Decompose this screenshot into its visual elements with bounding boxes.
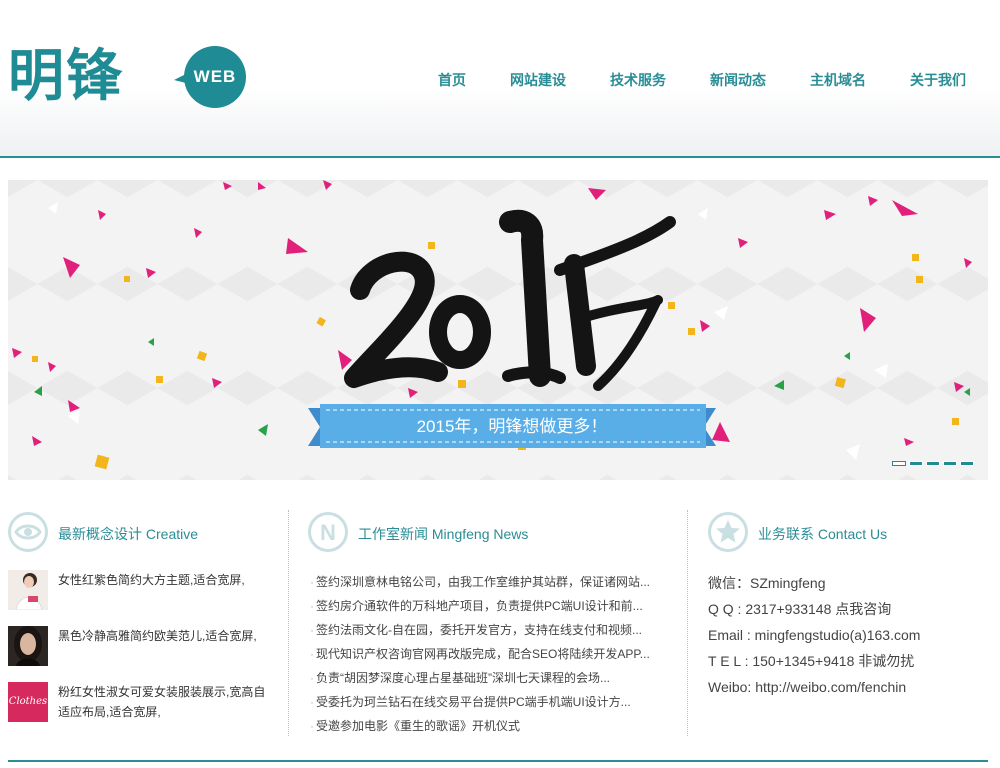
- footer-divider: [8, 760, 988, 762]
- bullet-icon: ·: [310, 599, 314, 613]
- slider-dot-2[interactable]: [909, 461, 923, 466]
- creative-item-3-text[interactable]: 粉红女性淑女可爱女装服装展示,宽高自适应布局,适合宽屏,: [58, 682, 273, 722]
- news-item-text[interactable]: 受邀参加电影《重生的歌谣》开机仪式: [316, 719, 520, 733]
- nav-item-hosting[interactable]: 主机域名: [810, 68, 866, 92]
- eye-icon: [8, 512, 48, 552]
- news-item[interactable]: · 签约法雨文化-自在园，委托开发官方，支持在线支付和视频...: [310, 622, 642, 638]
- main-nav: 首页 网站建设 技术服务 新闻动态 主机域名 关于我们: [0, 68, 1000, 92]
- creative-thumb-3-label: Clothes: [8, 696, 48, 707]
- news-item-text[interactable]: 负责“胡因梦深度心理占星基础班”深圳七天课程的会场...: [316, 671, 610, 685]
- news-section: N 工作室新闻 Mingfeng News · 签约深圳意林电铭公司，由我工作室维…: [308, 510, 680, 738]
- creative-item-1-text[interactable]: 女性红紫色简约大方主题,适合宽屏,: [58, 570, 273, 590]
- banner-slogan: 2015年，明锋想做更多！: [416, 417, 608, 436]
- creative-title: 最新概念设计 Creative: [58, 526, 199, 542]
- contact-wechat: 微信：SZmingfeng: [708, 575, 826, 591]
- contact-email[interactable]: Email : mingfengstudio(a)163.com: [708, 626, 920, 644]
- contact-title: 业务联系 Contact Us: [758, 526, 888, 542]
- bullet-icon: ·: [310, 623, 314, 637]
- news-item[interactable]: · 签约房介通软件的万科地产项目，负责提供PC端UI设计和前...: [310, 598, 643, 614]
- news-item-text[interactable]: 签约房介通软件的万科地产项目，负责提供PC端UI设计和前...: [316, 599, 643, 613]
- slider-dot-1[interactable]: [892, 461, 906, 466]
- contact-weibo[interactable]: Weibo: http://weibo.com/fenchin: [708, 678, 906, 696]
- news-n-icon: N: [308, 512, 348, 552]
- slider-pagination: [892, 461, 976, 467]
- news-item[interactable]: · 现代知识产权咨询官网再改版完成，配合SEO将陆续开发APP...: [310, 646, 650, 662]
- bullet-icon: ·: [310, 671, 314, 685]
- bullet-icon: ·: [310, 575, 314, 589]
- contact-phone: T E L : 150+1345+9418 非诚勿扰: [708, 653, 915, 669]
- news-item[interactable]: · 受委托为珂兰钻石在线交易平台提供PC端手机端UI设计方...: [310, 694, 631, 710]
- column-divider-2: [687, 510, 688, 736]
- star-icon: [708, 512, 748, 552]
- contact-section: 业务联系 Contact Us 微信：SZmingfeng Q Q : 2317…: [708, 510, 993, 738]
- hero-banner[interactable]: 2015年，明锋想做更多！: [8, 180, 988, 480]
- creative-thumb-3[interactable]: Clothes: [8, 682, 48, 722]
- nav-item-tech-service[interactable]: 技术服务: [610, 68, 666, 92]
- column-divider-1: [288, 510, 289, 736]
- news-item[interactable]: · 负责“胡因梦深度心理占星基础班”深圳七天课程的会场...: [310, 670, 610, 686]
- news-item[interactable]: · 签约深圳意林电铭公司，由我工作室维护其站群，保证诸网站...: [310, 574, 650, 590]
- news-item-text[interactable]: 受委托为珂兰钻石在线交易平台提供PC端手机端UI设计方...: [316, 695, 631, 709]
- svg-text:N: N: [320, 520, 336, 545]
- bullet-icon: ·: [310, 647, 314, 661]
- header-divider: [0, 156, 1000, 158]
- creative-section: 最新概念设计 Creative 女性红紫色简约大方主题,适合宽屏, 黑色冷静高雅…: [8, 510, 278, 738]
- slider-dot-4[interactable]: [943, 461, 957, 466]
- bullet-icon: ·: [310, 695, 314, 709]
- creative-item-2-text[interactable]: 黑色冷静高雅简约欧美范儿,适合宽屏,: [58, 626, 273, 646]
- slider-dot-3[interactable]: [926, 461, 940, 466]
- nav-item-about[interactable]: 关于我们: [910, 68, 966, 92]
- creative-thumb-2[interactable]: [8, 626, 48, 666]
- nav-item-web-building[interactable]: 网站建设: [510, 68, 566, 92]
- news-item[interactable]: · 受邀参加电影《重生的歌谣》开机仪式: [310, 718, 520, 734]
- news-item-text[interactable]: 签约法雨文化-自在园，委托开发官方，支持在线支付和视频...: [316, 623, 642, 637]
- bullet-icon: ·: [310, 719, 314, 733]
- slider-dot-5[interactable]: [960, 461, 974, 466]
- news-item-text[interactable]: 签约深圳意林电铭公司，由我工作室维护其站群，保证诸网站...: [316, 575, 650, 589]
- creative-thumb-1[interactable]: [8, 570, 48, 610]
- nav-item-home[interactable]: 首页: [438, 68, 466, 92]
- news-title: 工作室新闻 Mingfeng News: [358, 526, 529, 542]
- news-item-text[interactable]: 现代知识产权咨询官网再改版完成，配合SEO将陆续开发APP...: [316, 647, 650, 661]
- year-brush-artwork: [344, 209, 676, 391]
- nav-item-news[interactable]: 新闻动态: [710, 68, 766, 92]
- contact-qq[interactable]: Q Q : 2317+933148 点我咨询: [708, 600, 891, 618]
